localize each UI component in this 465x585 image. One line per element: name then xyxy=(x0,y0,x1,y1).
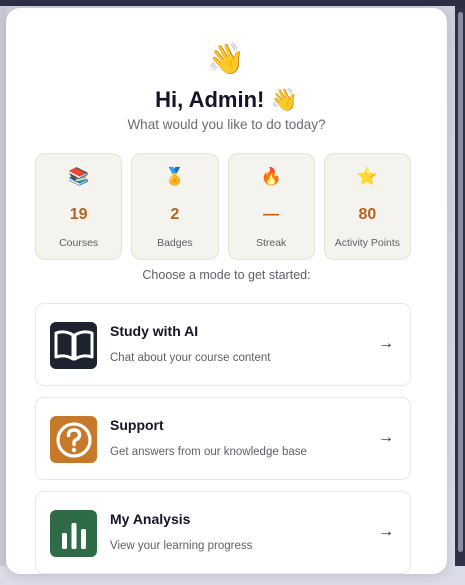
books-icon: 📚 xyxy=(68,167,90,186)
mode-card-support[interactable]: Support Get answers from our knowledge b… xyxy=(35,397,411,480)
stat-value: 2 xyxy=(170,206,180,223)
mode-description: Get answers from our knowledge base xyxy=(110,446,307,458)
mode-title: Support xyxy=(110,417,164,433)
stat-card-badges: 🏅 2 Badges xyxy=(131,153,219,260)
stat-card-streak: 🔥 — Streak xyxy=(227,153,315,260)
stat-label: Badges xyxy=(157,237,193,249)
stat-label: Streak xyxy=(255,237,287,249)
greeting-title: Hi, Admin! 👋 xyxy=(155,87,298,112)
stat-card-activity-points: ⭐ 80 Activity Points xyxy=(323,153,411,260)
arrow-right-icon: → xyxy=(378,335,394,352)
stat-value: 19 xyxy=(69,206,88,223)
mode-title: Study with AI xyxy=(110,323,199,339)
book-icon xyxy=(50,322,97,369)
stat-label: Courses xyxy=(59,237,99,249)
mode-hint: Choose a mode to get started: xyxy=(142,268,311,282)
stat-value: — xyxy=(263,206,280,223)
question-icon xyxy=(50,416,97,463)
mode-description: View your learning progress xyxy=(110,540,253,552)
stats-row: 📚 19 Courses 🏅 2 Badges 🔥 — Streak ⭐ 80 … xyxy=(35,153,411,260)
star-icon: ⭐ xyxy=(356,167,378,186)
mode-description: Chat about your course content xyxy=(110,352,271,364)
stat-card-courses: 📚 19 Courses xyxy=(35,153,123,260)
stat-label: Activity Points xyxy=(334,237,401,249)
scrollbar[interactable] xyxy=(458,12,463,552)
arrow-right-icon: → xyxy=(378,429,394,446)
fire-icon: 🔥 xyxy=(260,167,282,186)
bar-chart-icon xyxy=(50,510,97,557)
welcome-panel: 👋 Hi, Admin! 👋 What would you like to do… xyxy=(6,8,447,574)
stat-value: 80 xyxy=(358,206,377,223)
mode-card-study-with-ai[interactable]: Study with AI Chat about your course con… xyxy=(35,303,411,386)
mode-card-my-analysis[interactable]: My Analysis View your learning progress … xyxy=(35,491,411,574)
medal-icon: 🏅 xyxy=(164,167,186,186)
arrow-right-icon: → xyxy=(378,523,394,540)
greeting-subtitle: What would you like to do today? xyxy=(127,117,326,132)
waving-hand-icon: 👋 xyxy=(207,43,246,76)
mode-title: My Analysis xyxy=(110,511,191,527)
